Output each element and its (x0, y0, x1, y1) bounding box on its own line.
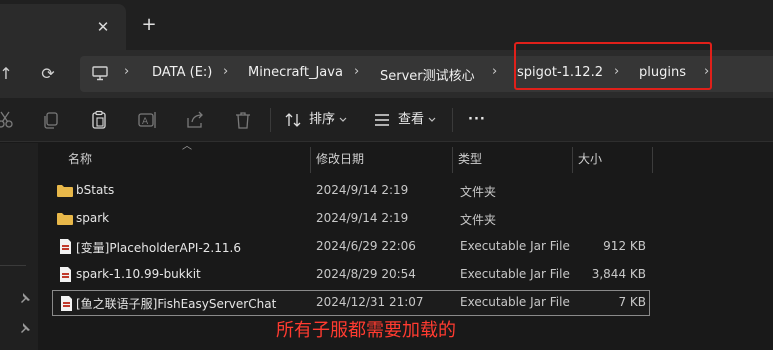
list-item[interactable]: spark 2024/9/14 2:19 文件夹 (52, 206, 650, 232)
chevron-down-icon (428, 117, 436, 122)
folder-icon (57, 213, 73, 225)
file-type: 文件夹 (460, 185, 497, 199)
list-item[interactable]: spark-1.10.99-bukkit 2024/8/29 20:54 Exe… (52, 262, 650, 288)
toolbar-divider (452, 108, 453, 132)
pin-icon[interactable] (18, 321, 32, 335)
file-modified: 2024/8/29 20:54 (316, 267, 416, 281)
rename-icon[interactable]: A (136, 109, 158, 131)
pin-icon[interactable] (18, 291, 32, 305)
file-type: Executable Jar File (460, 295, 570, 309)
command-toolbar: A 排序 查看 ··· (0, 98, 773, 142)
breadcrumb-chevron-icon[interactable]: › (354, 64, 359, 79)
copy-icon[interactable] (40, 109, 62, 131)
breadcrumb-chevron-icon[interactable]: › (124, 64, 129, 79)
column-divider[interactable] (452, 147, 453, 173)
breadcrumb-server-core[interactable]: Server测试核心 (380, 65, 475, 84)
jar-file-icon (60, 267, 71, 282)
annotation-text: 所有子服都需要加载的 (276, 320, 456, 341)
more-options-button[interactable]: ··· (468, 107, 486, 133)
breadcrumb-minecraft[interactable]: Minecraft_Java (248, 65, 343, 80)
sort-label: 排序 (309, 112, 336, 127)
file-type: Executable Jar File (460, 267, 570, 281)
file-type: 文件夹 (460, 213, 497, 227)
file-size: 912 KB (603, 239, 646, 253)
file-modified: 2024/9/14 2:19 (316, 183, 409, 197)
close-tab-icon[interactable]: ✕ (92, 16, 114, 38)
list-item[interactable]: bStats 2024/9/14 2:19 文件夹 (52, 178, 650, 204)
file-size: 7 KB (618, 295, 646, 309)
delete-icon[interactable] (232, 109, 254, 131)
svg-text:A: A (142, 117, 149, 127)
file-modified: 2024/9/14 2:19 (316, 211, 409, 225)
column-header-size[interactable]: 大小 (578, 143, 602, 175)
chevron-down-icon (339, 117, 347, 122)
file-name: bStats (76, 183, 115, 197)
file-size: 3,844 KB (591, 267, 646, 281)
sort-ascending-icon: ︿ (182, 141, 192, 152)
file-name: [鱼之联语子服]FishEasyServerChat (76, 297, 277, 311)
column-header-modified[interactable]: 修改日期 (316, 143, 364, 175)
column-divider[interactable] (652, 147, 653, 173)
breadcrumb-drive[interactable]: DATA (E:) (152, 65, 212, 80)
column-header-name[interactable]: 名称 (68, 143, 92, 175)
navigation-pane[interactable] (0, 143, 38, 350)
toolbar-divider (270, 108, 271, 132)
view-label: 查看 (398, 112, 425, 127)
breadcrumb-chevron-icon[interactable]: › (492, 64, 497, 79)
file-name: spark (76, 211, 110, 225)
file-type: Executable Jar File (460, 239, 570, 253)
column-divider[interactable] (310, 147, 311, 173)
file-name: [变量]PlaceholderAPI-2.11.6 (76, 241, 241, 255)
paste-icon[interactable] (88, 109, 110, 131)
jar-file-icon (61, 296, 72, 311)
file-modified: 2024/12/31 21:07 (316, 295, 424, 309)
file-name: spark-1.10.99-bukkit (76, 267, 201, 281)
cut-icon[interactable] (0, 109, 16, 131)
file-modified: 2024/6/29 22:06 (316, 239, 416, 253)
computer-icon[interactable] (92, 66, 108, 81)
highlight-annotation-box (514, 42, 712, 90)
up-arrow-icon[interactable]: ↑ (0, 60, 20, 88)
new-tab-icon[interactable]: + (138, 14, 160, 36)
folder-icon (57, 185, 73, 197)
active-tab[interactable]: ✕ (0, 4, 126, 50)
share-icon[interactable] (184, 109, 206, 131)
sort-icon (285, 113, 301, 127)
refresh-icon[interactable]: ⟳ (34, 60, 62, 88)
list-item[interactable]: [鱼之联语子服]FishEasyServerChat 2024/12/31 21… (52, 290, 650, 316)
column-header-type[interactable]: 类型 (458, 143, 482, 175)
column-divider[interactable] (572, 147, 573, 173)
list-item[interactable]: [变量]PlaceholderAPI-2.11.6 2024/6/29 22:0… (52, 234, 650, 260)
jar-file-icon (60, 239, 71, 254)
breadcrumb-chevron-icon[interactable]: › (223, 64, 228, 79)
nav-divider (0, 265, 26, 266)
view-icon (375, 114, 389, 126)
